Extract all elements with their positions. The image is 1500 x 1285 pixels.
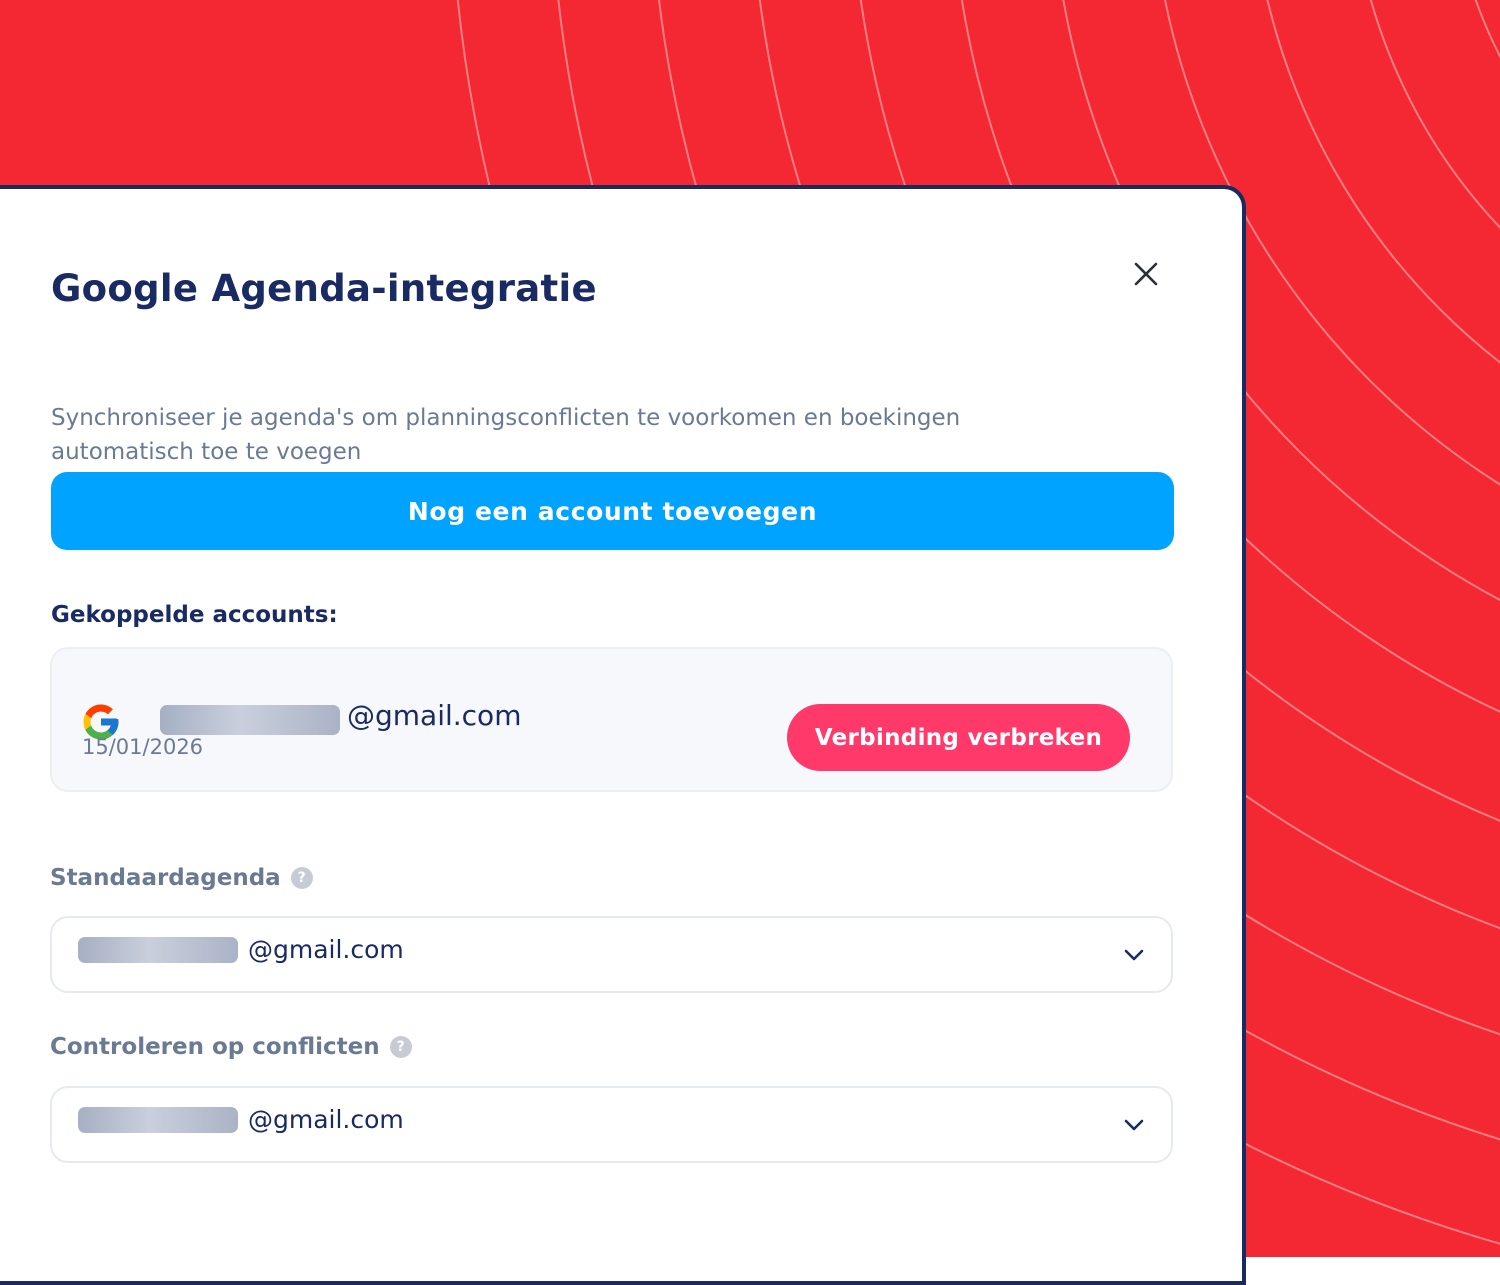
chevron-down-icon[interactable] — [1121, 942, 1147, 968]
conflict-check-value: @gmail.com — [248, 1105, 404, 1134]
default-calendar-value: @gmail.com — [248, 935, 404, 964]
add-account-button[interactable]: Nog een account toevoegen — [51, 472, 1174, 550]
conflict-check-label-text: Controleren op conflicten — [50, 1034, 380, 1060]
conflict-check-label: Controleren op conflicten ? — [50, 1034, 412, 1060]
help-icon[interactable]: ? — [290, 867, 313, 889]
disconnect-button[interactable]: Verbinding verbreken — [787, 704, 1130, 771]
modal-title: Google Agenda-integratie — [51, 267, 597, 310]
modal-description: Synchroniseer je agenda's om planningsco… — [51, 405, 961, 465]
default-calendar-select[interactable]: @gmail.com — [50, 916, 1173, 993]
account-email: @gmail.com — [347, 699, 522, 732]
close-icon[interactable] — [1126, 254, 1166, 294]
linked-accounts-heading: Gekoppelde accounts: — [51, 602, 338, 628]
close-button[interactable] — [1126, 254, 1166, 294]
integration-modal: Google Agenda-integratie Synchroniseer j… — [0, 185, 1246, 1285]
conflict-check-select[interactable]: @gmail.com — [50, 1086, 1173, 1163]
default-calendar-label: Standaardagenda ? — [50, 865, 313, 891]
help-icon[interactable]: ? — [389, 1036, 412, 1058]
redacted-email-username — [78, 1107, 238, 1133]
redacted-email-username — [160, 705, 340, 735]
linked-account-card: @gmail.com 15/01/2026 Verbinding verbrek… — [50, 647, 1173, 792]
redacted-email-username — [78, 937, 238, 963]
chevron-down-icon[interactable] — [1121, 1112, 1147, 1138]
account-linked-date: 15/01/2026 — [82, 735, 204, 759]
default-calendar-label-text: Standaardagenda — [50, 865, 281, 891]
